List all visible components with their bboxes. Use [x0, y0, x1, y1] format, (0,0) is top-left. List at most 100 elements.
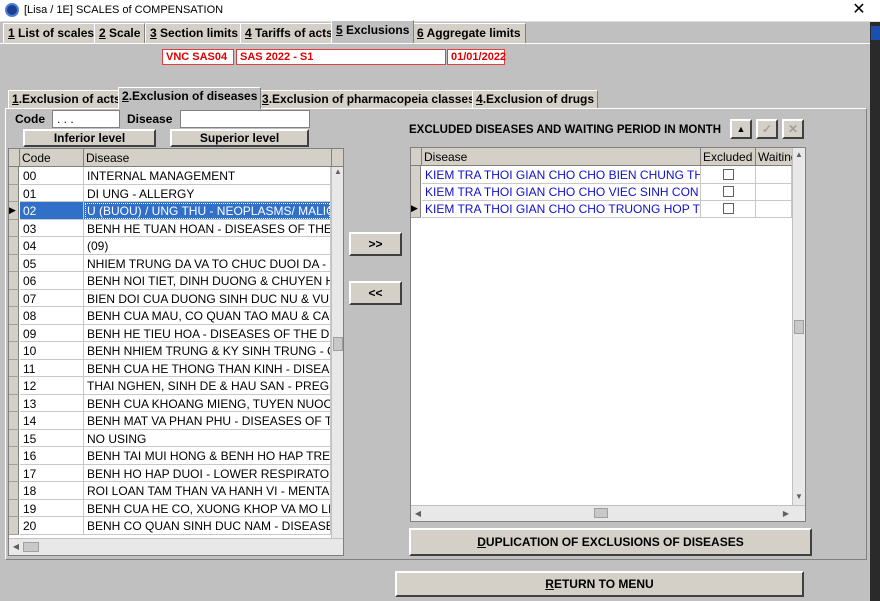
cell-disease[interactable]: BENH CUA HE THONG THAN KINH - DISEASES: [84, 359, 331, 377]
row-indicator[interactable]: [9, 377, 19, 395]
row-indicator[interactable]: ▶: [9, 202, 19, 220]
cell-disease[interactable]: THAI NGHEN, SINH DE & HAU SAN - PREGNANC…: [84, 377, 331, 395]
cell-disease[interactable]: BENH MAT VA PHAN PHU - DISEASES OF THE E…: [84, 412, 331, 430]
move-up-icon[interactable]: ▲: [730, 119, 752, 139]
scroll-up-icon[interactable]: ▲: [794, 150, 804, 159]
row-indicator[interactable]: [411, 183, 421, 201]
add-exclusion-button[interactable]: >>: [349, 232, 402, 256]
duplicate-exclusions-button[interactable]: D UPLICATION OF EXCLUSIONS OF DISEASES: [409, 528, 812, 556]
table-row[interactable]: 03BENH HE TUAN HOAN - DISEASES OF THE CI…: [9, 219, 331, 237]
cell-code[interactable]: 05: [20, 254, 84, 272]
tab-tariffs-of-acts[interactable]: 4 Tariffs of acts: [240, 23, 338, 43]
cell-code[interactable]: 03: [20, 219, 84, 237]
excluded-grid-hscroll[interactable]: ◀ ▶: [411, 505, 805, 521]
cell-disease[interactable]: (09): [84, 237, 331, 255]
column-header-excluded[interactable]: Excluded: [701, 148, 756, 166]
row-indicator[interactable]: [9, 429, 19, 447]
cell-disease[interactable]: ROI LOAN TAM THAN VA HANH VI - MENTAL: [84, 482, 331, 500]
diseases-grid[interactable]: Code Disease 00 INTERNAL MANAGEMENT 01 DI U…: [8, 148, 344, 556]
cell-code[interactable]: 12: [20, 377, 84, 395]
hscroll-thumb[interactable]: [23, 542, 39, 552]
cell-disease[interactable]: KIEM TRA THOI GIAN CHO CHO TRUONG HOP TU…: [422, 200, 701, 218]
table-row[interactable]: 09BENH HE TIEU HOA - DISEASES OF THE DIG…: [9, 324, 331, 342]
cell-disease[interactable]: BENH TAI MUI HONG & BENH HO HAP TREN: [84, 447, 331, 465]
cell-disease[interactable]: BENH CUA KHOANG MIENG, TUYEN NUOC BOT: [84, 394, 331, 412]
cell-disease[interactable]: DI UNG - ALLERGY: [84, 184, 331, 202]
subtab-exclusion-of-diseases[interactable]: 2.Exclusion of diseases: [118, 87, 262, 109]
column-header-code[interactable]: Code: [20, 149, 84, 167]
cell-disease[interactable]: BIEN DOI CUA DUONG SINH DUC NU & VU -: [84, 289, 331, 307]
cell-disease[interactable]: BENH HE TUAN HOAN - DISEASES OF THE CIRC…: [84, 219, 331, 237]
row-indicator[interactable]: [9, 464, 19, 482]
return-to-menu-button[interactable]: R ETURN TO MENU: [395, 571, 804, 597]
cell-code[interactable]: 09: [20, 324, 84, 342]
row-indicator[interactable]: [9, 342, 19, 360]
row-indicator[interactable]: [9, 184, 19, 202]
table-row[interactable]: 00 INTERNAL MANAGEMENT: [9, 167, 331, 185]
cancel-icon[interactable]: ✕: [782, 119, 804, 139]
excluded-checkbox[interactable]: [723, 169, 734, 180]
subtab-exclusion-of-pharmacopeia-classes[interactable]: 3.Exclusion of pharmacopeia classes: [258, 90, 479, 108]
cell-disease[interactable]: BENH CO QUAN SINH DUC NAM - DISEASES: [84, 517, 331, 535]
column-header-disease[interactable]: Disease: [422, 148, 701, 166]
cell-disease[interactable]: BENH NHIEM TRUNG & KY SINH TRUNG - CE: [84, 342, 331, 360]
row-indicator[interactable]: [9, 307, 19, 325]
row-indicator[interactable]: [9, 237, 19, 255]
tab-scale[interactable]: 2 Scale: [94, 23, 146, 43]
table-row[interactable]: 14BENH MAT VA PHAN PHU - DISEASES OF THE…: [9, 412, 331, 430]
cell-waiting-period[interactable]: [756, 183, 792, 201]
table-row[interactable]: 11 BENH CUA HE THONG THAN KINH - DISEASES: [9, 359, 331, 377]
cell-disease[interactable]: U (BUOU) / UNG THU - NEOPLASMS/ MALIGNAN…: [84, 202, 331, 220]
row-indicator[interactable]: [9, 447, 19, 465]
excluded-grid-vscroll[interactable]: ▲ ▼: [792, 148, 805, 505]
scroll-down-icon[interactable]: ▼: [794, 492, 804, 501]
scroll-left-icon[interactable]: ◀: [11, 542, 21, 551]
row-indicator[interactable]: [9, 254, 19, 272]
scroll-left-icon[interactable]: ◀: [413, 509, 423, 518]
hscroll-thumb[interactable]: [594, 508, 608, 518]
row-indicator[interactable]: [9, 219, 19, 237]
row-indicator[interactable]: [9, 167, 19, 185]
cell-disease[interactable]: BENH NOI TIET, DINH DUONG & CHUYEN HOA: [84, 272, 331, 290]
table-row[interactable]: 20 BENH CO QUAN SINH DUC NAM - DISEASES: [9, 517, 331, 535]
row-indicator[interactable]: [9, 394, 19, 412]
cell-disease[interactable]: KIEM TRA THOI GIAN CHO CHO VIEC SINH CON…: [422, 183, 701, 201]
row-indicator[interactable]: ▶: [411, 200, 421, 218]
cell-code[interactable]: 16: [20, 447, 84, 465]
close-icon[interactable]: ✕: [851, 1, 867, 19]
table-row[interactable]: 05 NHIEM TRUNG DA VA TO CHUC DUOI DA - D: [9, 254, 331, 272]
cell-disease[interactable]: BENH CUA MAU, CO QUAN TAO MAU & CAC: [84, 307, 331, 325]
cell-code[interactable]: 18: [20, 482, 84, 500]
row-indicator[interactable]: [411, 166, 421, 184]
row-indicator[interactable]: [9, 272, 19, 290]
cell-excluded[interactable]: [701, 183, 756, 201]
tab-list-of-scales[interactable]: 1 List of scales: [3, 23, 100, 43]
cell-code[interactable]: 15: [20, 429, 84, 447]
table-row[interactable]: 15 NO USING: [9, 429, 331, 447]
table-row[interactable]: 16 BENH TAI MUI HONG & BENH HO HAP TREN: [9, 447, 331, 465]
tab-aggregate-limits[interactable]: 6 Aggregate limits: [412, 23, 526, 43]
superior-level-button[interactable]: Superior level: [170, 129, 309, 147]
row-indicator[interactable]: [9, 289, 19, 307]
table-row[interactable]: 17 BENH HO HAP DUOI - LOWER RESPIRATORY: [9, 464, 331, 482]
row-indicator[interactable]: [9, 324, 19, 342]
table-row[interactable]: 06 BENH NOI TIET, DINH DUONG & CHUYEN HOA: [9, 272, 331, 290]
cell-code[interactable]: 08: [20, 307, 84, 325]
row-indicator[interactable]: [9, 359, 19, 377]
excluded-checkbox[interactable]: [723, 203, 734, 214]
excluded-checkbox[interactable]: [723, 186, 734, 197]
cell-code[interactable]: 11: [20, 359, 84, 377]
column-header-waiting-period[interactable]: Waiting period: [756, 148, 793, 166]
scroll-right-icon[interactable]: ▶: [781, 509, 791, 518]
cell-disease[interactable]: BENH CUA HE CO, XUONG KHOP VA MO LIEN: [84, 499, 331, 517]
cell-code[interactable]: 17: [20, 464, 84, 482]
excluded-diseases-grid[interactable]: Disease Excluded Waiting period KIEM TRA…: [410, 147, 806, 522]
table-row[interactable]: 13BENH CUA KHOANG MIENG, TUYEN NUOC BOT: [9, 394, 331, 412]
cell-code[interactable]: 02: [20, 202, 84, 220]
cell-disease[interactable]: NO USING: [84, 429, 331, 447]
confirm-icon[interactable]: ✓: [756, 119, 778, 139]
remove-exclusion-button[interactable]: <<: [349, 281, 402, 305]
cell-code[interactable]: 19: [20, 499, 84, 517]
cell-disease[interactable]: BENH HE TIEU HOA - DISEASES OF THE DIGES…: [84, 324, 331, 342]
subtab-exclusion-of-drugs[interactable]: 4.Exclusion of drugs: [472, 90, 599, 108]
